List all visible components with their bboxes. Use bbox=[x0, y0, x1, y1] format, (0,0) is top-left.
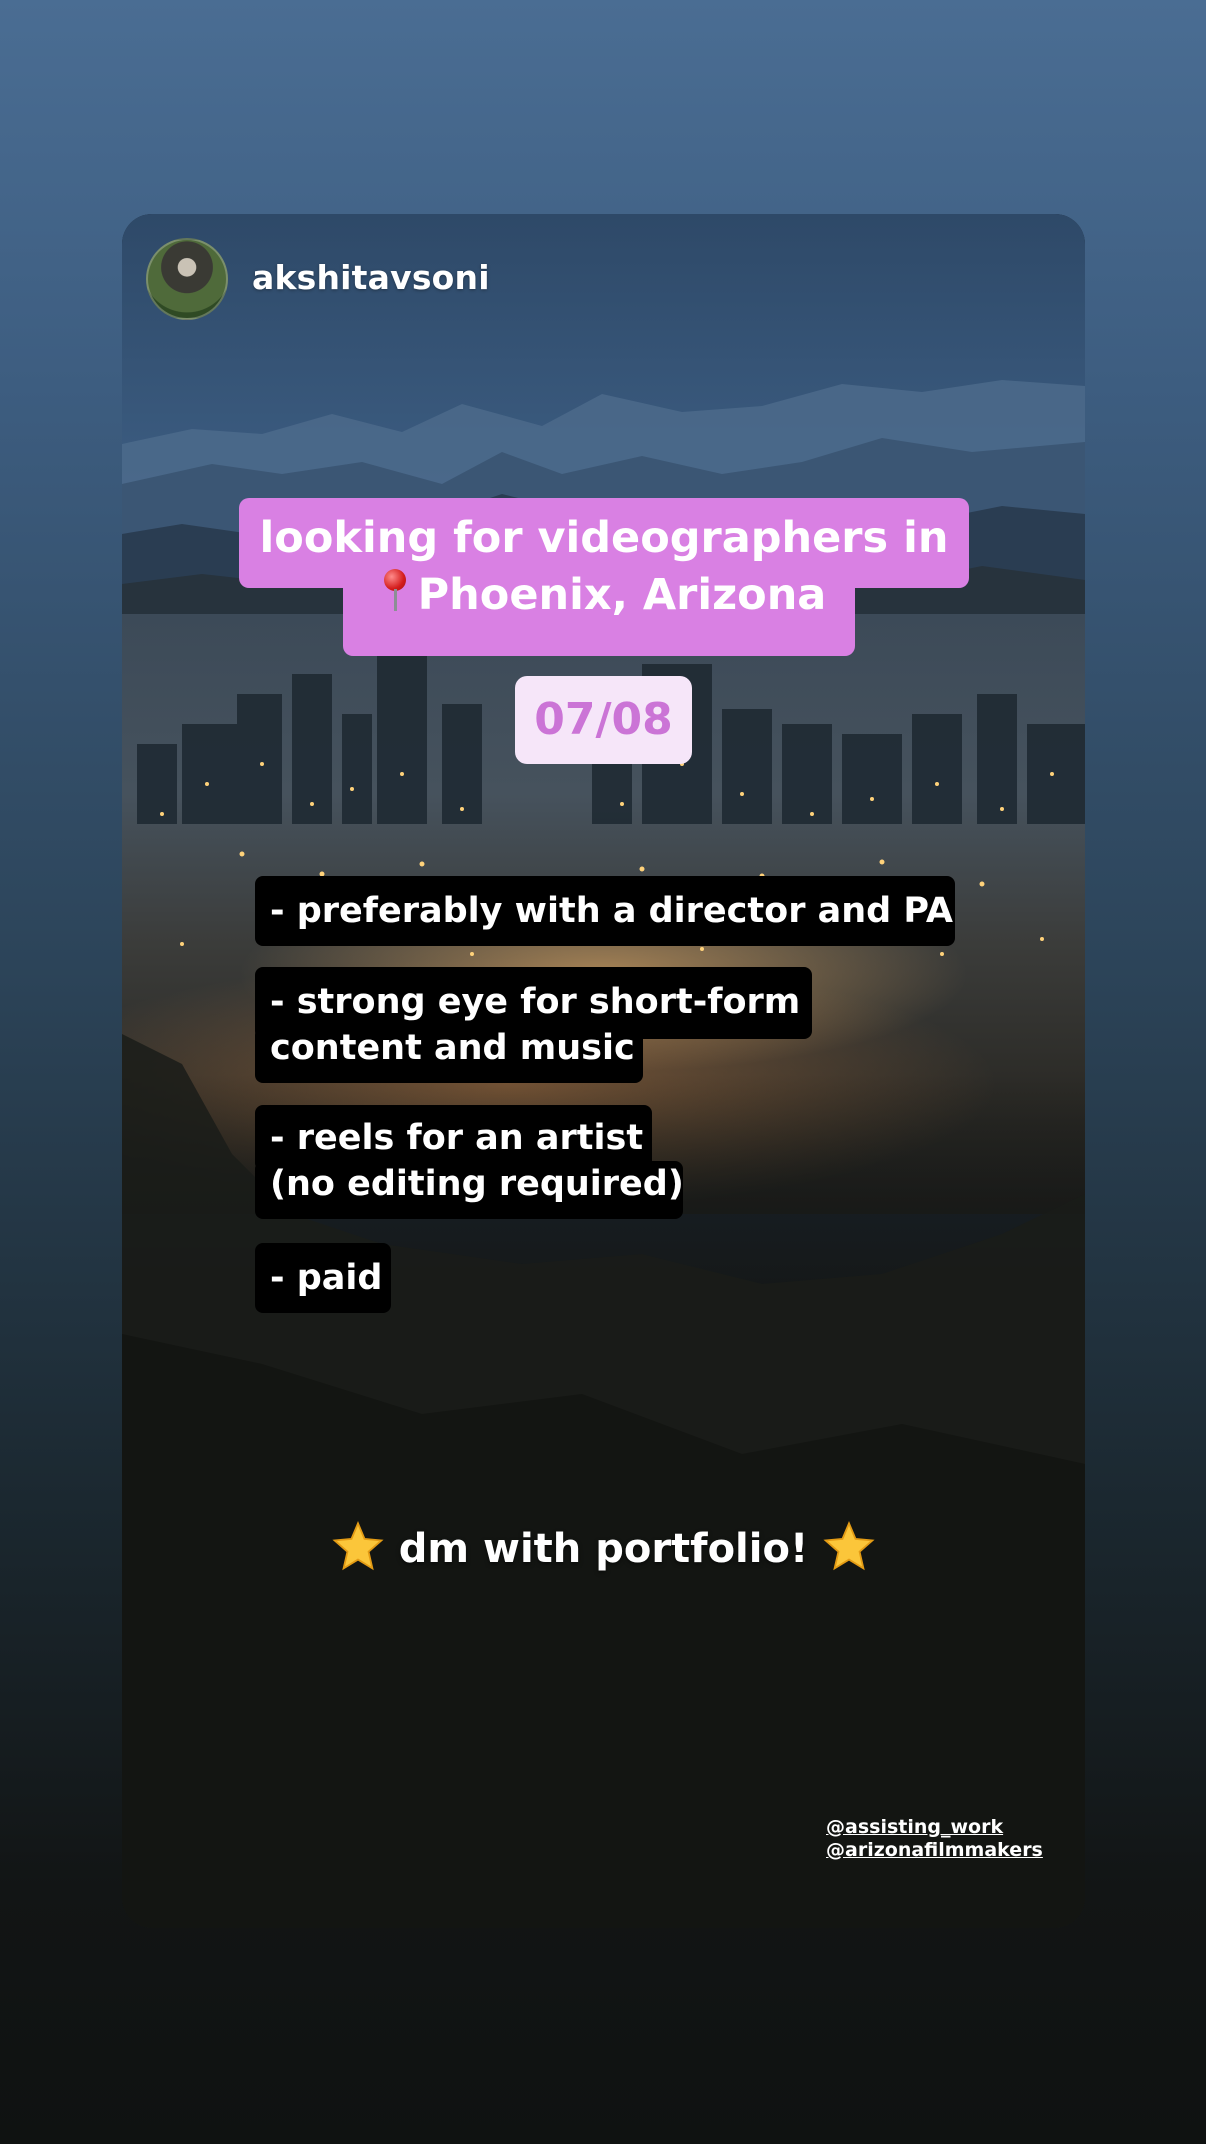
username[interactable]: akshitavsoni bbox=[252, 258, 490, 297]
star-icon bbox=[332, 1521, 384, 1571]
date-label: 07/08 bbox=[515, 676, 692, 764]
requirement-text: content and music bbox=[270, 1028, 635, 1068]
requirement-text: - paid bbox=[270, 1258, 383, 1298]
requirement-item: - strong eye for short-form content and … bbox=[255, 967, 812, 1083]
requirement-item: - reels for an artist (no editing requir… bbox=[255, 1105, 684, 1219]
title-line-1: looking for videographers in bbox=[259, 513, 949, 563]
requirement-text: - preferably with a director and PA bbox=[270, 891, 953, 931]
requirement-text: - reels for an artist bbox=[270, 1118, 644, 1158]
call-to-action: dm with portfolio! bbox=[122, 1520, 1085, 1574]
requirement-text: (no editing required) bbox=[270, 1164, 684, 1204]
story-title: looking for videographers in Phoenix, Ar… bbox=[239, 510, 969, 624]
requirement-item: - paid bbox=[255, 1243, 391, 1313]
pin-icon bbox=[382, 569, 408, 613]
mention-link[interactable]: @arizonafilmmakers bbox=[826, 1839, 1043, 1862]
cta-text: dm with portfolio! bbox=[398, 1526, 809, 1572]
story-card[interactable]: akshitavsoni looking for videographers i… bbox=[122, 214, 1085, 1928]
star-icon bbox=[823, 1521, 875, 1571]
mention-link[interactable]: @assisting_work bbox=[826, 1816, 1043, 1839]
title-line-2: Phoenix, Arizona bbox=[239, 567, 969, 624]
mention-tags: @assisting_work @arizonafilmmakers bbox=[826, 1816, 1043, 1862]
location-text: Phoenix, Arizona bbox=[417, 570, 827, 620]
requirement-text: - strong eye for short-form bbox=[270, 982, 801, 1022]
requirement-item: - preferably with a director and PA bbox=[255, 876, 955, 946]
avatar[interactable] bbox=[146, 238, 228, 320]
